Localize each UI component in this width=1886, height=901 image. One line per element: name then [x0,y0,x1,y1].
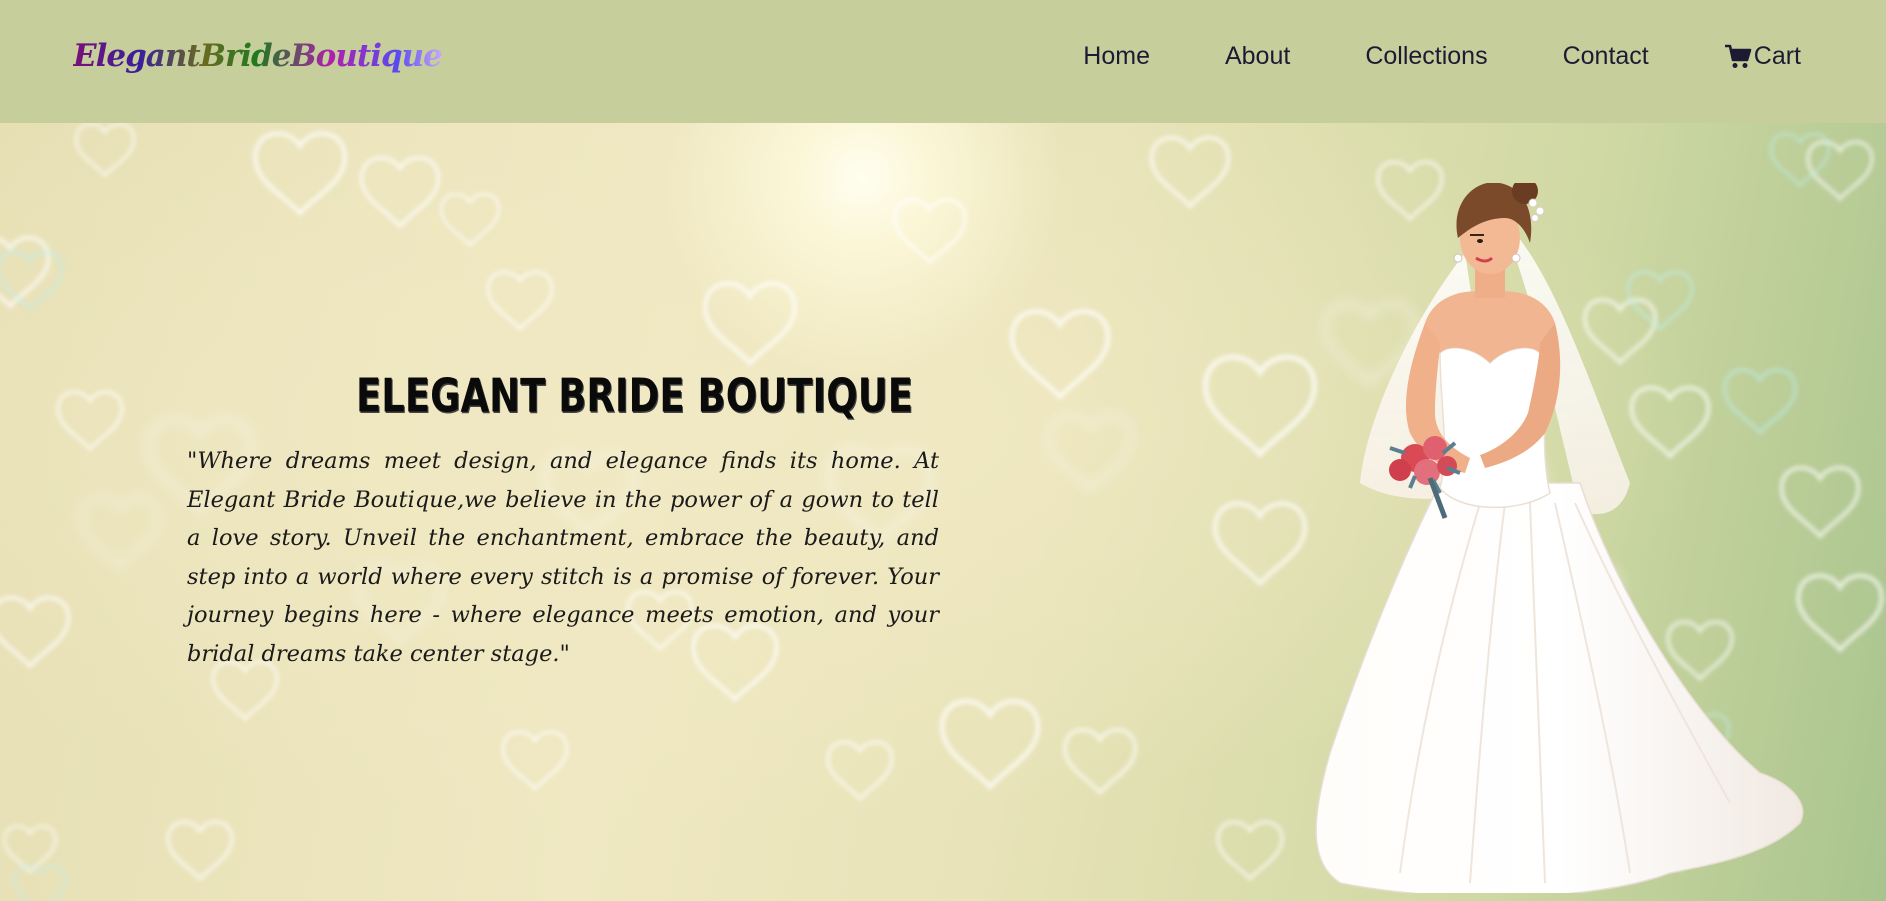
nav-links: Home About Collections Contact Cart [1083,42,1801,71]
brand-logo[interactable]: ElegantBrideBoutique [73,38,443,74]
cart-icon [1724,44,1752,68]
nav-collections-link[interactable]: Collections [1365,42,1487,71]
nav-cart-label: Cart [1753,42,1801,70]
navbar: ElegantBrideBoutique Home About Collecti… [0,0,1886,123]
hero-section: ELEGANT BRIDE BOUTIQUE "Where dreams mee… [0,123,1886,901]
hero-tagline: "Where dreams meet design, and elegance … [187,448,939,667]
nav-about-link[interactable]: About [1225,42,1290,71]
nav-contact-link[interactable]: Contact [1563,42,1649,71]
hero-title: ELEGANT BRIDE BOUTIQUE [356,369,914,423]
bride-illustration [1315,183,1804,893]
nav-home-link[interactable]: Home [1083,42,1150,71]
nav-cart-link[interactable]: Cart [1724,42,1801,71]
